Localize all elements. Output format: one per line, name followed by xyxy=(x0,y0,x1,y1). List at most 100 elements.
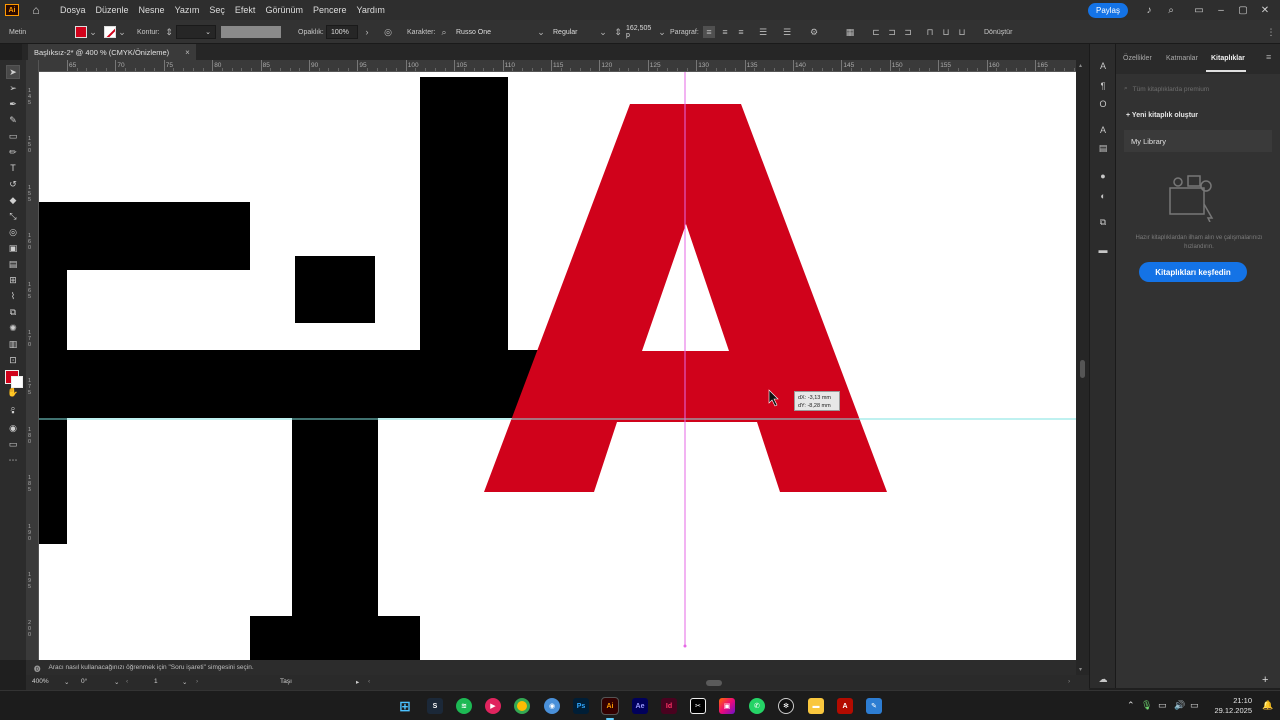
vertical-ruler[interactable]: 1 4 5 1 5 0 1 5 5 1 6 0 1 6 5 1 7 0 1 7 5 1 8 0… xyxy=(26,60,39,660)
explore-libraries-button[interactable]: Kitaplıkları keşfedin xyxy=(1139,262,1247,282)
align-h-center-icon[interactable]: ⊐ xyxy=(886,26,898,38)
menu-edit[interactable]: Düzenle xyxy=(91,5,134,15)
share-button[interactable]: Paylaş xyxy=(1087,2,1128,18)
paragraph-panel-icon[interactable]: ¶ xyxy=(1097,80,1109,92)
help-icon[interactable]: ⓿ xyxy=(34,663,41,673)
maximize-icon[interactable]: ▢ xyxy=(1236,5,1250,16)
microphone-icon[interactable]: 🎙 xyxy=(1141,700,1152,711)
black-bottom-left-stem[interactable] xyxy=(39,418,67,544)
brush-tool-icon[interactable]: ✏ xyxy=(7,146,19,158)
mesh-tool-icon[interactable]: ⊞ xyxy=(7,274,19,286)
tab-libraries[interactable]: Kitaplıklar xyxy=(1211,55,1245,62)
tray-chevron-icon[interactable]: ⌃ xyxy=(1127,700,1135,711)
screen-mode-icon[interactable]: ▭ xyxy=(7,438,19,450)
bell-icon[interactable]: ♪ xyxy=(1142,5,1156,16)
recolor-icon[interactable]: ◎ xyxy=(382,26,394,38)
type-tool-icon[interactable]: T xyxy=(7,162,19,174)
black-bar-left-stem[interactable] xyxy=(39,270,67,350)
paint-icon[interactable]: ✎ xyxy=(866,698,882,714)
font-family-field[interactable]: Russo One xyxy=(452,25,544,39)
prev-artboard-icon[interactable]: ‹ xyxy=(126,678,128,685)
acrobat-icon[interactable]: A xyxy=(837,698,853,714)
align-top-edge-icon[interactable]: ⊓ xyxy=(924,26,936,38)
menu-select[interactable]: Seç xyxy=(204,5,230,15)
stroke-style-preview[interactable] xyxy=(221,26,281,38)
symbol-sprayer-tool-icon[interactable]: ✺ xyxy=(7,322,19,334)
illustrator-icon[interactable]: Ai xyxy=(601,697,619,715)
minimize-icon[interactable]: – xyxy=(1214,5,1228,16)
chevron-down-icon[interactable]: ⌄ xyxy=(116,26,128,38)
tab-layers[interactable]: Katmanlar xyxy=(1166,55,1198,62)
tab-properties[interactable]: Özellikler xyxy=(1123,55,1152,62)
gradient-tool-icon[interactable]: ▤ xyxy=(7,258,19,270)
horizontal-scroll-thumb[interactable] xyxy=(706,680,722,686)
blend-tool-icon[interactable]: ⧉ xyxy=(7,306,19,318)
color-mode-icon[interactable]: ▪ xyxy=(7,406,19,418)
windows-start-icon[interactable]: ⊞ xyxy=(397,698,413,714)
vertical-scroll-thumb[interactable] xyxy=(1080,360,1085,378)
volume-icon[interactable]: 🔊 xyxy=(1174,700,1185,711)
eyedropper-tool-icon[interactable]: ⌇ xyxy=(7,290,19,302)
align-v-center-icon[interactable]: ⊔ xyxy=(940,26,952,38)
menu-object[interactable]: Nesne xyxy=(134,5,170,15)
black-square[interactable] xyxy=(295,256,375,323)
artboard-tool-icon[interactable]: ⊡ xyxy=(7,354,19,366)
chatgpt-icon[interactable]: ✻ xyxy=(778,698,794,714)
align-left-edge-icon[interactable]: ⊏ xyxy=(870,26,882,38)
glyphs-panel-icon[interactable]: A xyxy=(1097,124,1109,136)
opentype-panel-icon[interactable]: O xyxy=(1097,98,1109,110)
rectangle-tool-icon[interactable]: ▭ xyxy=(7,130,19,142)
chevron-down-icon[interactable]: ⌄ xyxy=(597,26,609,38)
library-item-my-library[interactable]: My Library xyxy=(1124,130,1272,152)
align-center-icon[interactable]: ≡ xyxy=(719,26,731,38)
black-shapes[interactable] xyxy=(39,77,539,660)
pen-tool-icon[interactable]: ✒ xyxy=(7,98,19,110)
rotation-value[interactable]: 0° xyxy=(81,678,87,685)
chevron-right-icon[interactable]: › xyxy=(361,26,373,38)
fill-swatch[interactable] xyxy=(75,26,87,38)
artboards-panel-icon[interactable]: ⧉ xyxy=(1097,216,1109,228)
align-bottom-edge-icon[interactable]: ⊔ xyxy=(956,26,968,38)
black-lower-column[interactable] xyxy=(292,418,378,616)
stroke-swatch[interactable] xyxy=(104,26,116,38)
status-menu-icon[interactable]: ▸ xyxy=(356,678,359,686)
artboard[interactable] xyxy=(39,72,1076,660)
chevron-down-icon[interactable]: ⌄ xyxy=(114,678,119,686)
more-tools-icon[interactable]: ⋯ xyxy=(7,454,19,466)
graph-tool-icon[interactable]: ▥ xyxy=(7,338,19,350)
library-search[interactable]: ⌕ Tüm kitaplıklarda premium xyxy=(1124,82,1272,96)
capcut-icon[interactable]: ✂ xyxy=(690,698,706,714)
opacity-field[interactable]: 100% xyxy=(326,25,358,39)
steam-icon[interactable]: S xyxy=(427,698,443,714)
scroll-up-icon[interactable]: ▴ xyxy=(1079,62,1082,69)
scroll-right-icon[interactable]: › xyxy=(1068,678,1070,685)
close-tab-icon[interactable]: × xyxy=(185,48,190,57)
black-bottom-block[interactable] xyxy=(250,616,420,660)
battery-icon[interactable]: ▭ xyxy=(1190,700,1199,711)
char-styles-panel-icon[interactable]: ▤ xyxy=(1097,142,1109,154)
paragraph-label[interactable]: Paragraf: xyxy=(670,20,699,44)
cloud-icon[interactable]: ☁ xyxy=(1097,673,1109,685)
vertical-scrollbar[interactable]: ▴ ▾ xyxy=(1076,60,1089,688)
black-horizontal-band[interactable] xyxy=(39,350,539,418)
menu-effect[interactable]: Efekt xyxy=(230,5,261,15)
menu-file[interactable]: Dosya xyxy=(55,5,91,15)
graphic-styles-panel-icon[interactable]: ◐ xyxy=(1097,190,1109,202)
scroll-left-icon[interactable]: ‹ xyxy=(368,678,370,685)
menu-view[interactable]: Görünüm xyxy=(260,5,308,15)
chevron-down-icon[interactable]: ⌄ xyxy=(656,26,668,38)
character-panel-icon[interactable]: A xyxy=(1097,60,1109,72)
stroke-weight-field[interactable]: ⌄ xyxy=(176,25,216,39)
media-player-icon[interactable]: ▶ xyxy=(485,698,501,714)
spotify-icon[interactable]: ≋ xyxy=(456,698,472,714)
arrange-icon[interactable]: ▭ xyxy=(1192,5,1206,16)
chrome-icon[interactable] xyxy=(514,698,530,714)
add-icon[interactable]: + xyxy=(1262,674,1268,686)
chevron-down-icon[interactable]: ⌄ xyxy=(64,678,69,686)
notification-bell-icon[interactable]: 🔔 xyxy=(1262,700,1273,711)
file-explorer-icon[interactable]: ▬ xyxy=(808,698,824,714)
close-icon[interactable]: ✕ xyxy=(1258,5,1272,16)
indesign-icon[interactable]: Id xyxy=(661,698,677,714)
draw-mode-icon[interactable]: ◉ xyxy=(7,422,19,434)
stepper-icon[interactable]: ⇕ xyxy=(163,26,175,38)
